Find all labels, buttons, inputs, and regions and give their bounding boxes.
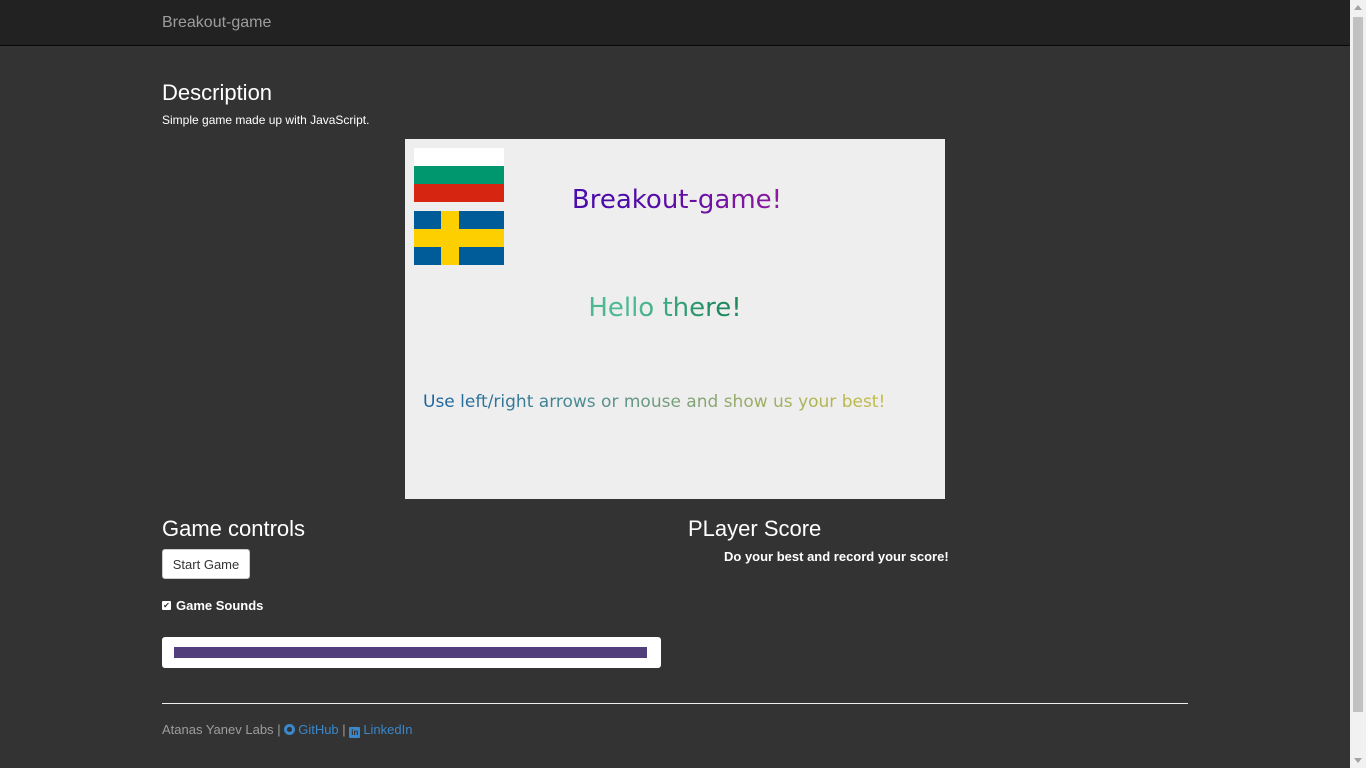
linkedin-link[interactable]: in LinkedIn xyxy=(349,722,412,738)
hello-text: Hello there! xyxy=(405,293,925,323)
player-score-title: PLayer Score xyxy=(688,516,822,541)
scroll-down-arrow-icon[interactable] xyxy=(1354,758,1362,763)
game-sounds-label[interactable]: Game Sounds xyxy=(176,598,263,613)
footer-separator-2: | xyxy=(342,722,346,737)
game-sounds-row[interactable]: ✔ Game Sounds xyxy=(162,598,263,613)
page-scrollbar[interactable] xyxy=(1350,0,1366,768)
github-link[interactable]: GitHub xyxy=(284,722,339,737)
game-sounds-checkbox[interactable]: ✔ xyxy=(162,601,171,610)
navbar: Breakout-game xyxy=(0,0,1350,46)
github-icon xyxy=(284,724,296,735)
progress-bar xyxy=(174,647,647,658)
game-title: Breakout-game! xyxy=(405,185,949,215)
description-title: Description xyxy=(162,80,273,105)
flag-stripe-green xyxy=(414,166,504,184)
github-label[interactable]: GitHub xyxy=(298,722,338,737)
description-text: Simple game made up with JavaScript. xyxy=(162,113,370,127)
footer-author: Atanas Yanev Labs xyxy=(162,722,274,737)
progress-track xyxy=(174,647,647,658)
progress-box xyxy=(162,637,661,668)
flag-cross-horizontal xyxy=(414,229,504,247)
scroll-up-arrow-icon[interactable] xyxy=(1354,5,1362,10)
flag-stripe-white xyxy=(414,148,504,166)
scrollbar-thumb[interactable] xyxy=(1353,17,1363,712)
footer: Atanas Yanev Labs | GitHub | in LinkedIn xyxy=(162,722,412,738)
game-canvas[interactable]: Breakout-game! Hello there! Use left/rig… xyxy=(405,139,945,499)
player-score-text: Do your best and record your score! xyxy=(724,549,949,564)
game-controls-title: Game controls xyxy=(162,516,306,541)
navbar-brand[interactable]: Breakout-game xyxy=(162,14,271,32)
instructions-text: Use left/right arrows or mouse and show … xyxy=(423,392,943,412)
footer-divider xyxy=(162,703,1188,704)
linkedin-label[interactable]: LinkedIn xyxy=(363,722,412,737)
linkedin-icon: in xyxy=(349,727,361,738)
sweden-flag-icon[interactable] xyxy=(414,211,504,265)
footer-separator: | xyxy=(277,722,281,737)
start-game-button[interactable]: Start Game xyxy=(162,549,250,579)
